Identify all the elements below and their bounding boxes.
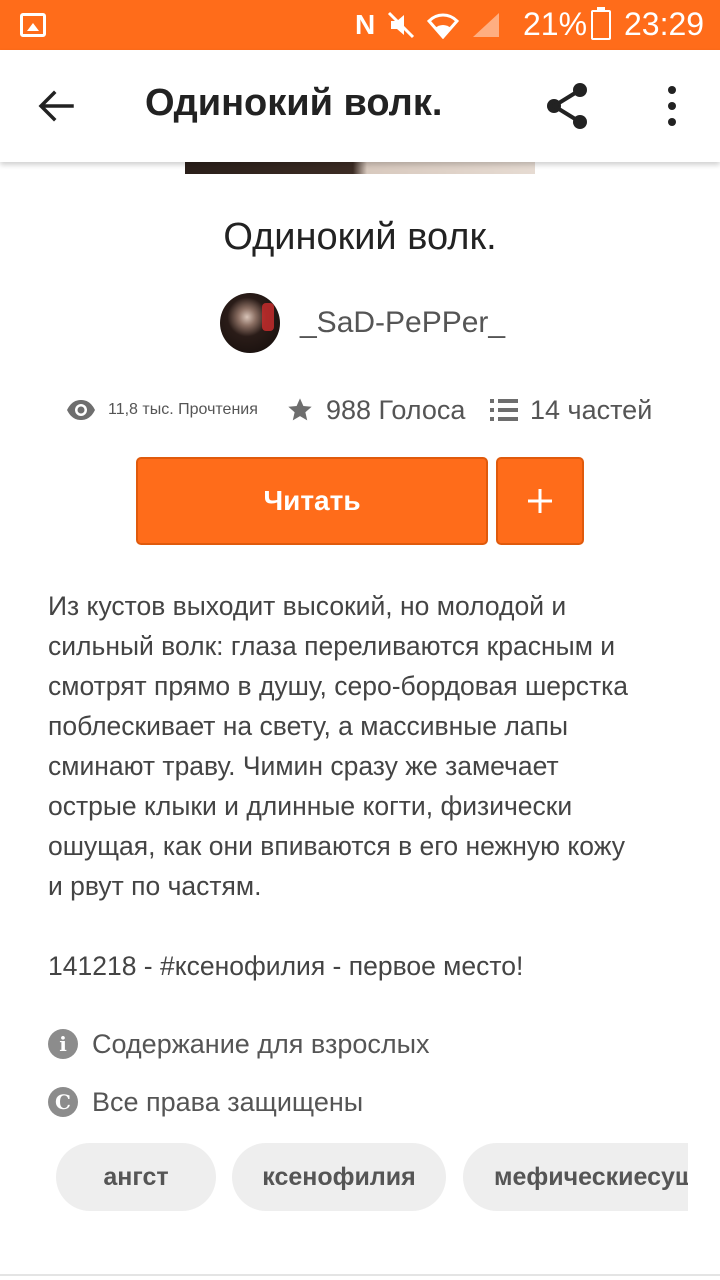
info-icon: i xyxy=(48,1029,78,1059)
reads-count: 11,8 тыс. Прочтения xyxy=(108,401,258,418)
read-button[interactable]: Читать xyxy=(136,457,488,545)
tag-chip[interactable]: мефическиесущ xyxy=(463,1143,688,1211)
star-icon xyxy=(288,398,312,421)
app-bar-title: Одинокий волк. xyxy=(145,82,443,124)
tag-list: ангст ксенофилия мефическиесущ xyxy=(56,1143,688,1211)
tag-chip[interactable]: ангст xyxy=(56,1143,216,1211)
description-line: сильный волк: глаза переливаются красным… xyxy=(48,631,616,661)
share-button[interactable] xyxy=(540,78,596,134)
more-vert-icon-dot xyxy=(668,86,676,94)
clock: 23:29 xyxy=(624,6,705,42)
divider xyxy=(0,1274,720,1276)
description-line: острые клыки и длинные когти, физически xyxy=(48,791,573,821)
back-button[interactable] xyxy=(30,80,82,132)
story-stats: 11,8 тыс. Прочтения 988 Голоса 14 частей xyxy=(66,388,666,432)
copyright-icon: C xyxy=(48,1087,78,1117)
description-line: смотрят прямо в душу, серо-бордовая шерс… xyxy=(48,671,629,701)
mute-icon xyxy=(388,11,415,39)
add-to-library-button[interactable] xyxy=(496,457,584,545)
description-line: ошущая, как они впиваются в его нежную к… xyxy=(48,831,626,861)
more-options-button[interactable] xyxy=(652,78,692,134)
parts-count[interactable]: 14 частей xyxy=(530,395,652,426)
nfc-icon: N xyxy=(355,9,376,40)
reads-stat: 11,8 тыс. Прочтения xyxy=(66,388,258,432)
app-bar: Одинокий волк. xyxy=(0,50,720,162)
author-link[interactable]: _SaD-PePPer_ xyxy=(220,293,505,353)
description-line: сминают траву. Чимин сразу же замечает xyxy=(48,751,559,781)
author-avatar[interactable] xyxy=(220,293,280,353)
battery-percent: 21% xyxy=(523,6,588,42)
mature-content-label: Содержание для взрослых xyxy=(92,1028,430,1059)
eye-icon xyxy=(67,400,95,420)
description-line: поблескивает на свету, а массивные лапы xyxy=(48,711,568,741)
author-name[interactable]: _SaD-PePPer_ xyxy=(300,306,505,340)
description-line: и рвут по частям. xyxy=(48,871,262,901)
mature-content-notice: i Содержание для взрослых xyxy=(48,1024,430,1064)
copyright-notice: C Все права защищены xyxy=(48,1082,363,1122)
share-icon xyxy=(547,83,587,129)
more-vert-icon-dot xyxy=(668,102,676,110)
status-bar: N 21% 23:29 xyxy=(0,0,720,50)
story-dedication: 141218 - #ксенофилия - первое место! xyxy=(48,951,524,981)
story-description: Из кустов выходит высокий, но молодой и … xyxy=(48,586,678,906)
votes-count: 988 Голоса xyxy=(326,394,466,425)
description-line: Из кустов выходит высокий, но молодой и xyxy=(48,591,567,621)
plus-icon xyxy=(528,489,552,513)
story-title: Одинокий волк. xyxy=(223,216,497,258)
status-icons: N xyxy=(355,8,501,42)
story-cover-image xyxy=(185,162,535,174)
copyright-label: Все права защищены xyxy=(92,1086,364,1117)
parts-stat[interactable]: 14 частей xyxy=(490,388,652,432)
list-icon xyxy=(490,399,518,421)
votes-stat: 988 Голоса xyxy=(286,388,465,432)
back-arrow-icon xyxy=(38,90,74,122)
more-vert-icon-dot xyxy=(668,118,676,126)
signal-icon xyxy=(473,13,500,37)
battery-icon xyxy=(591,7,611,40)
gallery-icon xyxy=(20,13,46,37)
wifi-icon xyxy=(427,13,460,39)
tag-chip[interactable]: ксенофилия xyxy=(232,1143,446,1211)
